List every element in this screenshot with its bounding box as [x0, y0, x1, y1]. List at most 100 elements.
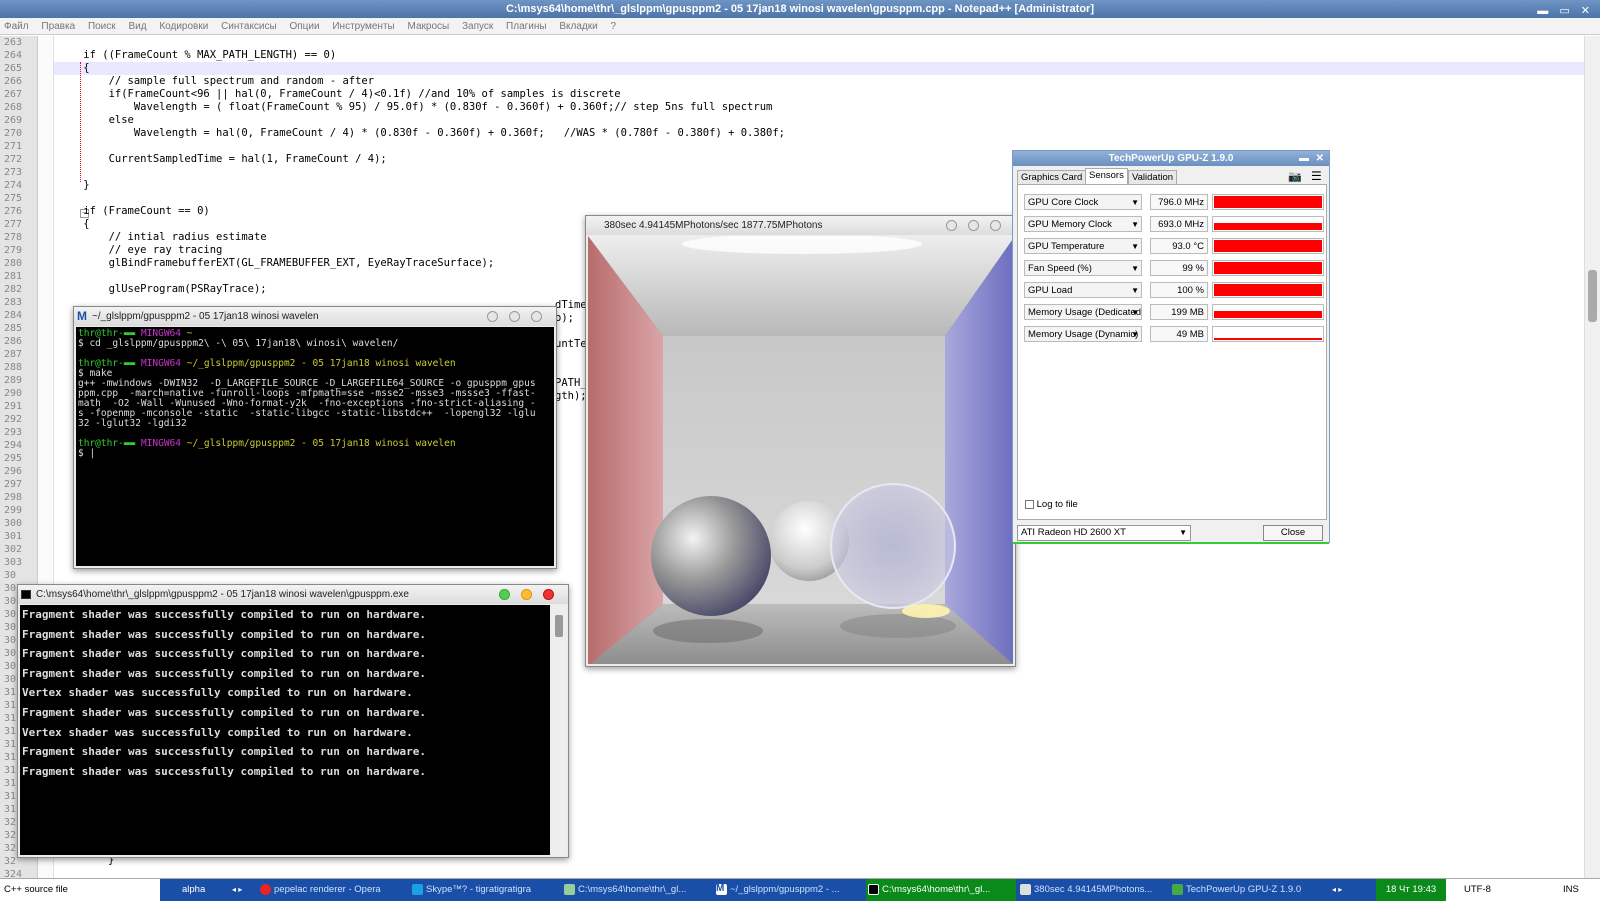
close-button[interactable]	[990, 220, 1001, 231]
chevron-down-icon[interactable]: ▼	[1131, 217, 1139, 231]
gpusppm-console-window[interactable]: C:\msys64\home\thr\_glslppm\gpusppm2 - 0…	[17, 584, 569, 858]
chevron-down-icon[interactable]: ▼	[1131, 327, 1139, 341]
gpu-z-status-strip	[1013, 542, 1329, 544]
scrollbar-thumb[interactable]	[1588, 270, 1597, 322]
sensor-name[interactable]: GPU Memory Clock ▼	[1024, 216, 1142, 232]
mintty-terminal-window[interactable]: M ~/_glslppm/gpusppm2 - 05 17jan18 winos…	[73, 306, 557, 569]
sensor-graph-fill	[1214, 240, 1322, 252]
line-number: 303	[4, 557, 23, 568]
sensor-name[interactable]: Memory Usage (Dynamic) ▼	[1024, 326, 1142, 342]
line-number: 295	[4, 453, 23, 464]
console-line: Fragment shader was successfully compile…	[22, 608, 426, 621]
code-line: // eye ray tracing	[58, 244, 223, 256]
task-skype[interactable]: Skype™? - tigratigratigra	[410, 879, 560, 901]
line-number: 281	[4, 271, 23, 282]
sensor-row: GPU Temperature ▼ 93.0 °C	[1024, 238, 1324, 255]
chevron-down-icon[interactable]: ▼	[1131, 283, 1139, 297]
tab-graphics-card[interactable]: Graphics Card	[1017, 170, 1087, 185]
sensor-name-label: GPU Load	[1028, 285, 1073, 296]
minimize-button[interactable]	[946, 220, 957, 231]
maximize-button[interactable]	[521, 589, 532, 600]
tab-validation[interactable]: Validation	[1128, 170, 1178, 185]
close-button[interactable]	[543, 589, 554, 600]
checkbox-icon[interactable]	[1025, 499, 1034, 509]
menu-tools[interactable]: Инструменты	[332, 21, 394, 32]
render-window[interactable]: 380sec 4.94145MPhotons/sec 1877.75MPhoto…	[585, 215, 1016, 667]
task-console-active[interactable]: C:\msys64\home\thr\_gl...	[866, 879, 1016, 901]
chevron-down-icon[interactable]: ▼	[1131, 239, 1139, 253]
editor-scrollbar[interactable]	[1584, 36, 1600, 878]
menu-icon[interactable]: ☰	[1311, 169, 1322, 183]
close-button[interactable]: Close	[1263, 525, 1323, 541]
menu-macro[interactable]: Макросы	[408, 21, 450, 32]
minimize-button[interactable]	[499, 589, 510, 600]
menu-window[interactable]: Вкладки	[559, 21, 597, 32]
chevron-down-icon[interactable]: ▼	[1131, 305, 1139, 319]
desktop-nav-arrows[interactable]: ◂ ▸	[232, 879, 242, 900]
menu-encoding[interactable]: Кодировки	[159, 21, 208, 32]
console-icon	[21, 590, 31, 599]
render-viewport	[588, 236, 1013, 664]
menu-file[interactable]: Файл	[4, 21, 29, 32]
gpu-z-window[interactable]: TechPowerUp GPU-Z 1.9.0 ▬ ✕ Graphics Car…	[1012, 150, 1330, 544]
maximize-button[interactable]	[509, 311, 520, 322]
chevron-down-icon[interactable]: ▼	[1131, 261, 1139, 275]
close-button[interactable]	[531, 311, 542, 322]
menu-language[interactable]: Синтаксисы	[221, 21, 277, 32]
task-notepad[interactable]: C:\msys64\home\thr\_gl...	[562, 879, 712, 901]
menu-view[interactable]: Вид	[128, 21, 146, 32]
minimize-button[interactable]: ▬	[1299, 151, 1309, 166]
line-number: 272	[4, 154, 23, 165]
menu-edit[interactable]: Правка	[41, 21, 75, 32]
task-render[interactable]: 380sec 4.94145MPhotons...	[1018, 879, 1168, 901]
line-number: 279	[4, 245, 23, 256]
sensor-name[interactable]: GPU Temperature ▼	[1024, 238, 1142, 254]
task-opera[interactable]: pepelac renderer - Opera	[258, 879, 408, 901]
minimize-button[interactable]	[487, 311, 498, 322]
line-number: 291	[4, 401, 23, 412]
task-gpu-z[interactable]: TechPowerUp GPU-Z 1.9.0	[1170, 879, 1320, 901]
menu-help[interactable]: ?	[611, 21, 617, 32]
line-number: 265	[4, 63, 23, 74]
line-number: 287	[4, 349, 23, 360]
line-number: 267	[4, 89, 23, 100]
sensor-name[interactable]: GPU Load ▼	[1024, 282, 1142, 298]
sensor-graph-fill	[1214, 223, 1322, 230]
line-number: 264	[4, 50, 23, 61]
hidden-code-fragment: untTe	[555, 338, 587, 350]
task-list: alpha ◂ ▸ pepelac renderer - Opera Skype…	[160, 879, 1388, 901]
line-number: 289	[4, 375, 23, 386]
task-nav-arrows[interactable]: ◂ ▸	[1332, 879, 1342, 900]
console-line: Fragment shader was successfully compile…	[22, 745, 426, 759]
code-line: // intial radius estimate	[58, 231, 267, 243]
menu-search[interactable]: Поиск	[88, 21, 116, 32]
taskbar: C++ source file alpha ◂ ▸ pepelac render…	[0, 878, 1600, 901]
clock[interactable]: 18 Чт 19:43	[1376, 879, 1446, 901]
console-output[interactable]: Fragment shader was successfully compile…	[20, 605, 550, 855]
console-scrollbar[interactable]	[552, 605, 566, 855]
desktop-name[interactable]: alpha	[182, 879, 205, 900]
menu-settings[interactable]: Опции	[289, 21, 319, 32]
render-window-title: 380sec 4.94145MPhotons/sec 1877.75MPhoto…	[604, 220, 823, 231]
sensor-name[interactable]: Memory Usage (Dedicated) ▼	[1024, 304, 1142, 320]
log-to-file-checkbox[interactable]: Log to file	[1025, 499, 1078, 510]
menu-run[interactable]: Запуск	[462, 21, 493, 32]
maximize-button[interactable]	[968, 220, 979, 231]
tab-sensors[interactable]: Sensors	[1085, 168, 1128, 185]
gpu-select[interactable]: ATI Radeon HD 2600 XT ▼	[1017, 525, 1191, 541]
menu-plugins[interactable]: Плагины	[506, 21, 547, 32]
sensor-name-label: GPU Core Clock	[1028, 197, 1099, 208]
chevron-down-icon[interactable]: ▼	[1131, 195, 1139, 209]
sensor-name[interactable]: GPU Core Clock ▼	[1024, 194, 1142, 210]
terminal-output[interactable]: thr@thr-▬▬ MINGW64 ~ $ cd _glslppm/gpusp…	[76, 327, 554, 566]
close-icon[interactable]: ✕	[1316, 151, 1324, 166]
sensor-value: 796.0 MHz	[1150, 194, 1208, 210]
sensor-name[interactable]: Fan Speed (%) ▼	[1024, 260, 1142, 276]
camera-icon[interactable]: 📷	[1288, 170, 1302, 183]
line-number: 300	[4, 518, 23, 529]
scrollbar-thumb[interactable]	[555, 615, 563, 637]
console-line: Vertex shader was successfully compiled …	[22, 725, 413, 739]
sensor-graph	[1212, 282, 1324, 298]
sensor-row: Memory Usage (Dedicated) ▼ 199 MB	[1024, 304, 1324, 321]
task-mintty[interactable]: M ~/_glslppm/gpusppm2 - ...	[714, 879, 864, 901]
